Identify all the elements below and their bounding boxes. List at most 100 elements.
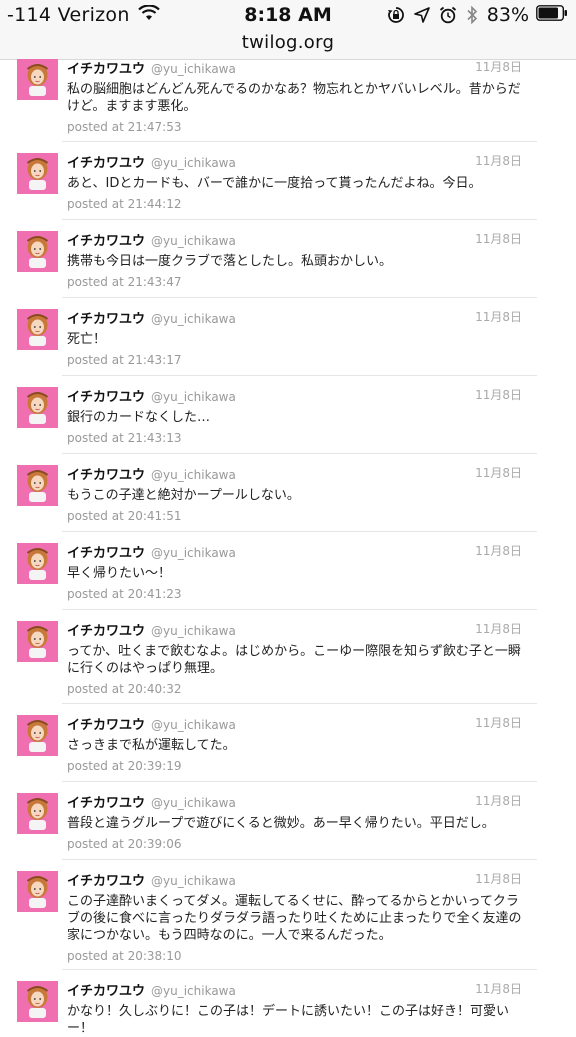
author-handle[interactable]: @yu_ichikawa	[151, 874, 236, 888]
avatar[interactable]	[17, 871, 58, 912]
tweet-date[interactable]: 11月8日	[475, 152, 522, 169]
status-bar: -114 Verizon 8:18 AM 83%	[0, 0, 576, 33]
avatar[interactable]	[17, 621, 58, 662]
author-handle[interactable]: @yu_ichikawa	[151, 984, 236, 998]
author-handle[interactable]: @yu_ichikawa	[151, 234, 236, 248]
author-name[interactable]: イチカワユウ	[67, 156, 145, 171]
posted-time[interactable]: posted at 20:40:32	[67, 682, 182, 696]
tweet-author[interactable]: イチカワユウ @yu_ichikawa	[67, 620, 236, 639]
posted-time[interactable]: posted at 21:43:17	[67, 353, 182, 367]
posted-time[interactable]: posted at 21:44:12	[67, 197, 182, 211]
location-icon	[413, 7, 430, 23]
tweet-divider	[62, 609, 537, 610]
alarm-icon	[439, 6, 457, 24]
tweet-date[interactable]: 11月8日	[475, 464, 522, 481]
avatar[interactable]	[17, 309, 58, 350]
author-handle[interactable]: @yu_ichikawa	[151, 390, 236, 404]
tweet-author[interactable]: イチカワユウ @yu_ichikawa	[67, 980, 236, 999]
tweet-divider	[62, 969, 537, 970]
author-handle[interactable]: @yu_ichikawa	[151, 62, 236, 76]
tweet-date[interactable]: 11月8日	[475, 792, 522, 809]
author-handle[interactable]: @yu_ichikawa	[151, 718, 236, 732]
author-name[interactable]: イチカワユウ	[67, 546, 145, 561]
tweet-divider	[62, 219, 537, 220]
posted-time[interactable]: posted at 21:43:47	[67, 275, 182, 289]
tweet-text: 銀行のカードなくした…	[67, 410, 211, 425]
avatar[interactable]	[17, 543, 58, 584]
tweet-date[interactable]: 11月8日	[475, 230, 522, 247]
author-handle[interactable]: @yu_ichikawa	[151, 156, 236, 170]
avatar[interactable]	[17, 153, 58, 194]
avatar[interactable]	[17, 465, 58, 506]
posted-time[interactable]: posted at 21:43:13	[67, 431, 182, 445]
author-name[interactable]: イチカワユウ	[67, 62, 145, 77]
posted-time[interactable]: posted at 20:39:06	[67, 837, 182, 851]
author-handle[interactable]: @yu_ichikawa	[151, 624, 236, 638]
tweet-author[interactable]: イチカワユウ @yu_ichikawa	[67, 386, 236, 405]
tweet-date[interactable]: 11月8日	[475, 714, 522, 731]
tweet-divider	[62, 375, 537, 376]
tweet-author[interactable]: イチカワユウ @yu_ichikawa	[67, 308, 236, 327]
tweet-author[interactable]: イチカワユウ @yu_ichikawa	[67, 464, 236, 483]
author-name[interactable]: イチカワユウ	[67, 624, 145, 639]
tweet-author[interactable]: イチカワユウ @yu_ichikawa	[67, 230, 236, 249]
avatar[interactable]	[17, 715, 58, 756]
tweet-author[interactable]: イチカワユウ @yu_ichikawa	[67, 542, 236, 561]
tweet-text: 普段と違うグループで遊びにくると微妙。あー早く帰りたい。平日だし。	[67, 816, 495, 831]
tweet-author[interactable]: イチカワユウ @yu_ichikawa	[67, 152, 236, 171]
tweet-text: 私の脳細胞はどんどん死んでるのかなあ？物忘れとかヤバいレベル。昔からだけど。ます…	[67, 82, 521, 114]
tweet-text: 携帯も今日は一度クラブで落としたし。私頭おかしい。	[67, 254, 393, 269]
author-name[interactable]: イチカワユウ	[67, 468, 145, 483]
url-text: twilog.org	[241, 32, 335, 53]
tweet-divider	[62, 141, 537, 142]
tweet-divider	[62, 531, 537, 532]
author-name[interactable]: イチカワユウ	[67, 796, 145, 811]
tweet-date[interactable]: 11月8日	[475, 386, 522, 403]
tweet-author[interactable]: イチカワユウ @yu_ichikawa	[67, 58, 236, 77]
tweet-text: 死亡！	[67, 332, 107, 347]
author-name[interactable]: イチカワユウ	[67, 874, 145, 889]
tweet-date[interactable]: 11月8日	[475, 58, 522, 75]
tweet-author[interactable]: イチカワユウ @yu_ichikawa	[67, 714, 236, 733]
avatar[interactable]	[17, 981, 58, 1022]
tweet-text: 早く帰りたい〜！	[67, 566, 172, 581]
tweet-text: もうこの子達と絶対かープールしない。	[67, 488, 300, 503]
author-handle[interactable]: @yu_ichikawa	[151, 546, 236, 560]
tweet-divider	[62, 859, 537, 860]
tweet-text: ってか、吐くまで飲むなよ。はじめから。こーゆー際限を知らず飲む子と一瞬に行くのは…	[67, 644, 521, 676]
tweet-divider	[62, 297, 537, 298]
tweet-date[interactable]: 11月8日	[475, 980, 522, 997]
tweet-text: かなり！久しぶりに！この子は！デートに誘いたい！この子は好き！可愛いー！	[67, 1004, 510, 1036]
tweet-date[interactable]: 11月8日	[475, 870, 522, 887]
tweet-text: この子達酔いまくってダメ。運転してるくせに、酔ってるからとかいってクラブの後に食…	[67, 894, 522, 943]
avatar[interactable]	[17, 231, 58, 272]
tweet-date[interactable]: 11月8日	[475, 620, 522, 637]
tweet-date[interactable]: 11月8日	[475, 308, 522, 325]
tweet-author[interactable]: イチカワユウ @yu_ichikawa	[67, 870, 236, 889]
tweet-divider	[62, 781, 537, 782]
tweet-divider	[62, 453, 537, 454]
posted-time[interactable]: posted at 20:38:10	[67, 949, 182, 963]
tweet-author[interactable]: イチカワユウ @yu_ichikawa	[67, 792, 236, 811]
posted-time[interactable]: posted at 20:39:19	[67, 759, 182, 773]
avatar[interactable]	[17, 793, 58, 834]
author-name[interactable]: イチカワユウ	[67, 312, 145, 327]
rotation-lock-icon	[387, 6, 405, 24]
posted-time[interactable]: posted at 20:41:51	[67, 509, 182, 523]
author-handle[interactable]: @yu_ichikawa	[151, 312, 236, 326]
author-name[interactable]: イチカワユウ	[67, 390, 145, 405]
author-name[interactable]: イチカワユウ	[67, 984, 145, 999]
author-name[interactable]: イチカワユウ	[67, 718, 145, 733]
tweet-text: さっきまで私が運転してた。	[67, 738, 236, 753]
author-handle[interactable]: @yu_ichikawa	[151, 468, 236, 482]
tweet-text: あと、IDとカードも、バーで誰かに一度拾って貰ったんだよね。今日。	[67, 176, 482, 191]
avatar[interactable]	[17, 387, 58, 428]
tweet-date[interactable]: 11月8日	[475, 542, 522, 559]
author-name[interactable]: イチカワユウ	[67, 234, 145, 249]
posted-time[interactable]: posted at 21:47:53	[67, 120, 182, 134]
address-bar[interactable]: twilog.org	[0, 33, 576, 60]
posted-time[interactable]: posted at 20:41:23	[67, 587, 182, 601]
bluetooth-icon	[466, 5, 478, 25]
avatar[interactable]	[17, 59, 58, 100]
author-handle[interactable]: @yu_ichikawa	[151, 796, 236, 810]
